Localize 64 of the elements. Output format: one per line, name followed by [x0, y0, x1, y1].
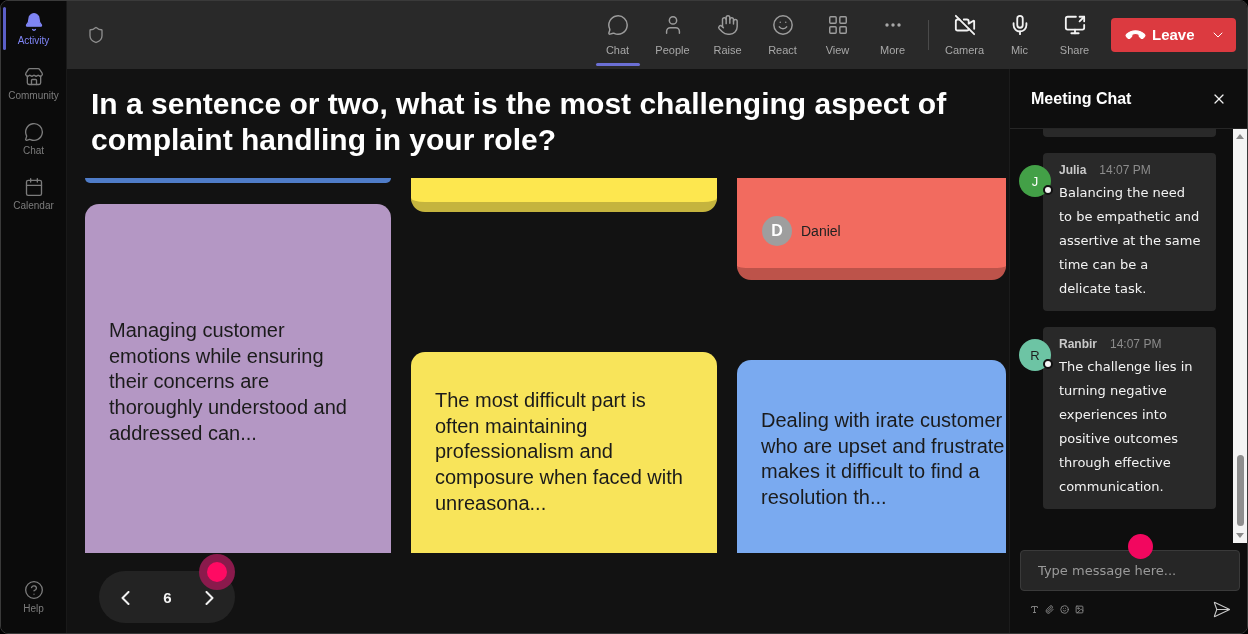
sidebar-item[interactable]: Calendar: [1, 166, 66, 221]
author-avatar: D: [762, 216, 792, 246]
sidebar-item[interactable]: Help: [1, 569, 66, 624]
next-page-button[interactable]: [205, 591, 214, 605]
sidebar-item[interactable]: Chat: [1, 111, 66, 166]
message-text: The challenge lies in turning negative experiences into positive outcomes through effective communication.: [1059, 358, 1194, 496]
format-button[interactable]: [1030, 604, 1039, 614]
hand-icon: [716, 13, 739, 36]
toolbar-button[interactable]: Mic: [992, 1, 1047, 69]
bell-icon: [23, 11, 44, 32]
sidebar-item[interactable]: Community: [1, 56, 66, 111]
author-name: Julia: [1059, 162, 1087, 178]
send-icon: [1211, 599, 1231, 619]
toolbar-button[interactable]: Share: [1047, 1, 1102, 69]
help-icon: [23, 579, 44, 600]
message-time: 14:07 PM: [1110, 336, 1162, 352]
click-marker-icon: [199, 554, 235, 590]
share-screen-icon: [1063, 13, 1086, 36]
chat-bubble-icon: [606, 13, 629, 36]
emoji-button[interactable]: [1060, 604, 1069, 614]
message-time: 14:07 PM: [1099, 162, 1151, 178]
toolbar-button[interactable]: Camera: [937, 1, 992, 69]
chat-bubble-icon: [23, 121, 44, 142]
chevron-left-icon: [121, 591, 130, 605]
grid-icon: [826, 13, 849, 36]
previous-page-button[interactable]: [121, 591, 130, 605]
ellipsis-icon: [884, 22, 901, 27]
attach-button[interactable]: [1045, 604, 1054, 614]
scrollbar-track[interactable]: [1233, 129, 1247, 543]
author-name: Daniel: [801, 222, 841, 241]
toolbar-button[interactable]: Raise: [700, 1, 755, 69]
sidebar-item[interactable]: Activity: [1, 1, 66, 56]
scrollbar-thumb[interactable]: [1236, 455, 1244, 526]
author-name: Ranbir: [1059, 336, 1097, 352]
note-text: Dealing with irate customer who are upset and frustrate makes it difficult to find a resolution th...: [761, 408, 1006, 511]
note-text: The most difficult part is often maintaining professionalism and composure when faced with unreasona...: [435, 388, 684, 516]
chevron-right-icon: [205, 591, 214, 605]
message-text: Balancing the need to be empathetic and assertive at the same time can be a delicate task.: [1059, 184, 1202, 298]
scroll-up-arrow-icon[interactable]: [1236, 134, 1244, 139]
text-format-icon: [1030, 604, 1039, 614]
avatar: J: [1019, 165, 1051, 197]
note-text: Managing customer emotions while ensuring their concerns are thoroughly understood and addressed can...: [109, 318, 348, 446]
toolbar-button[interactable]: React: [755, 1, 810, 69]
avatar: R: [1019, 339, 1051, 371]
send-button[interactable]: [1211, 599, 1231, 619]
calendar-icon: [23, 176, 44, 197]
smiley-icon: [1060, 604, 1069, 614]
toolbar-button[interactable]: People: [645, 1, 700, 69]
store-icon: [23, 66, 44, 87]
toolbar-button[interactable]: More: [865, 1, 920, 69]
scroll-down-arrow-icon[interactable]: [1236, 533, 1244, 538]
message-input[interactable]: Type message here...: [1020, 550, 1240, 591]
click-marker-icon: [1128, 534, 1153, 559]
chat-title: Meeting Chat: [1031, 88, 1132, 109]
leave-button[interactable]: Leave: [1111, 18, 1236, 52]
toolbar-button[interactable]: Chat: [590, 1, 645, 69]
toolbar-button[interactable]: View: [810, 1, 865, 69]
image-button[interactable]: [1075, 604, 1084, 614]
shield-icon[interactable]: [87, 26, 105, 44]
page-number: 6: [163, 589, 172, 607]
image-icon: [1075, 604, 1084, 614]
paperclip-icon: [1045, 604, 1054, 614]
smiley-icon: [771, 13, 794, 36]
question-title: In a sentence or two, what is the most challenging aspect of complaint handling in your role?: [91, 86, 948, 158]
